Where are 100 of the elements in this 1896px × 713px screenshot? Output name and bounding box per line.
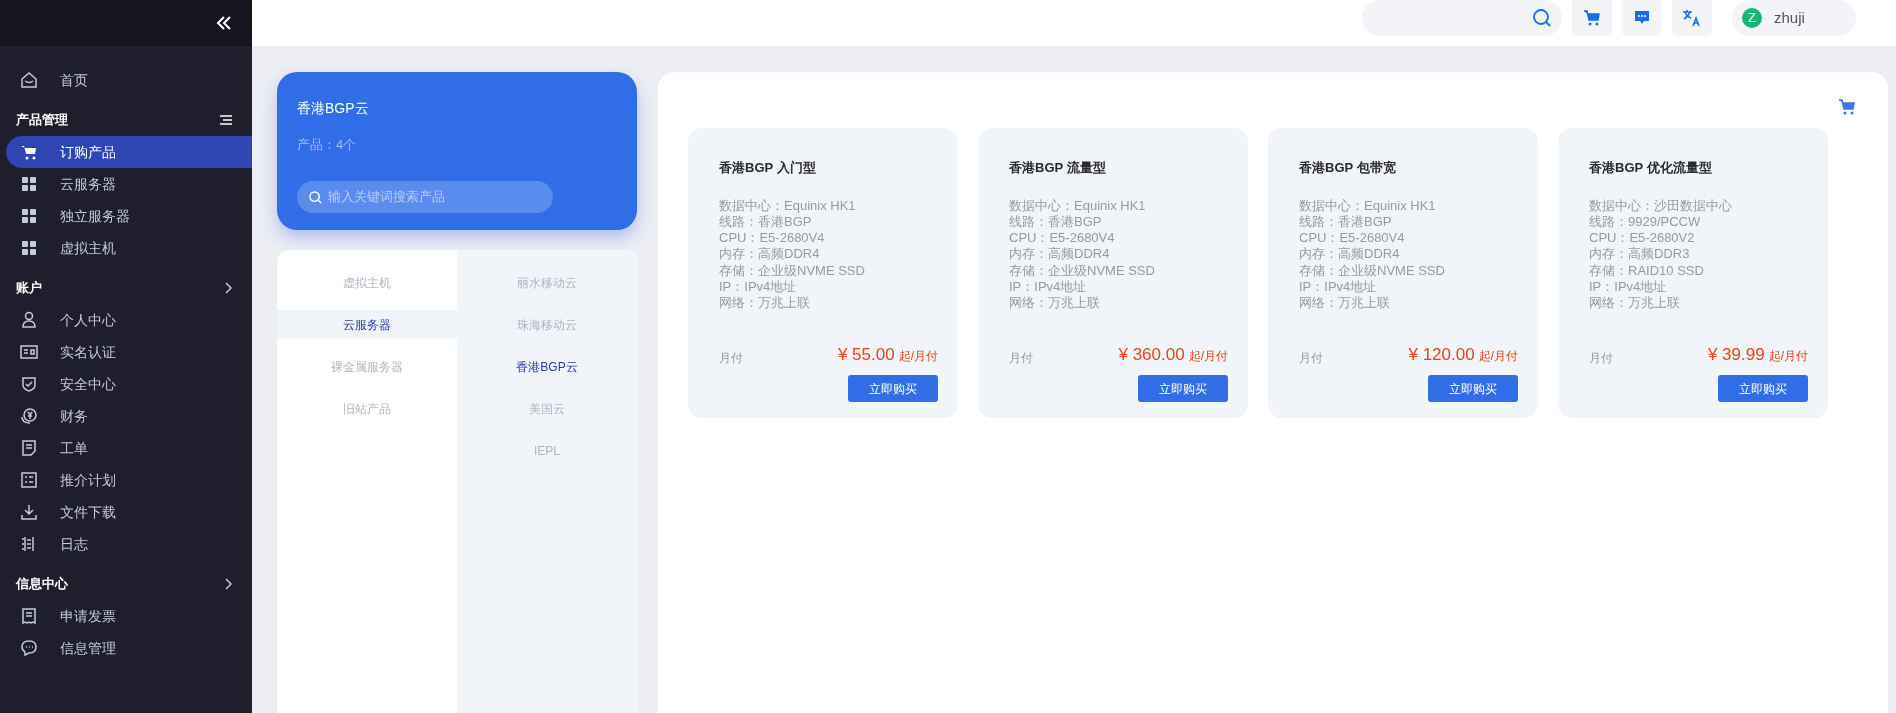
- spec-line: 内存：高频DDR4: [1009, 246, 1111, 263]
- sidebar-item[interactable]: 推介计划: [6, 464, 252, 496]
- sidebar-item[interactable]: 虚拟主机: [6, 232, 252, 264]
- grid-icon: [20, 175, 38, 193]
- product-title: 香港BGP 优化流量型: [1589, 159, 1713, 177]
- price-unit: 起/月付: [1768, 348, 1808, 363]
- spec-line: 网络：万兆上联: [1009, 295, 1101, 312]
- spec-line: 线路：9929/PCCW: [1589, 213, 1702, 231]
- spec-line: 存储：RAID10 SSD: [1589, 262, 1705, 279]
- buy-button[interactable]: 立即购买: [848, 375, 938, 403]
- cart-icon: [1583, 9, 1601, 27]
- grid-icon: [20, 239, 38, 257]
- sidebar-item[interactable]: 财务: [6, 400, 252, 432]
- spec-line: 数据中心：Equinix HK1: [1009, 197, 1147, 214]
- product-title: 香港BGP 流量型: [1009, 159, 1107, 177]
- spec-line: IP：IPv4地址: [719, 279, 798, 296]
- price: ¥ 39.99: [1707, 344, 1765, 364]
- spec-line: 线路：香港BGP: [1299, 213, 1393, 231]
- sidebar-item[interactable]: 云服务器: [6, 168, 252, 200]
- billing-cycle: 月付: [1009, 350, 1033, 368]
- coin-icon: [20, 407, 38, 425]
- cart-icon[interactable]: [1838, 98, 1856, 116]
- cart-icon: [20, 143, 38, 161]
- spec-line: IP：IPv4地址: [1009, 279, 1088, 296]
- spec-line: 存储：企业级NVME SSD: [1299, 262, 1446, 279]
- spec-line: CPU：E5-2680V4: [719, 230, 826, 247]
- sidebar-item[interactable]: 工单: [6, 432, 252, 464]
- price: ¥ 55.00: [837, 344, 895, 364]
- section-title: 账户: [16, 279, 42, 298]
- search-icon: [309, 190, 322, 204]
- menu-icon[interactable]: [220, 115, 232, 125]
- product-count: 产品：4个: [297, 136, 358, 154]
- grid-icon: [20, 207, 38, 225]
- spec-line: CPU：E5-2680V4: [1299, 230, 1406, 247]
- buy-button[interactable]: 立即购买: [1428, 375, 1518, 403]
- section-title: 产品管理: [16, 111, 68, 130]
- buy-button[interactable]: 立即购买: [1718, 375, 1808, 403]
- sidebar-item[interactable]: 独立服务器: [6, 200, 252, 232]
- collapse-icon[interactable]: [216, 15, 232, 31]
- billing-cycle: 月付: [719, 350, 743, 368]
- category-item[interactable]: 云服务器: [277, 310, 457, 339]
- shield-icon: [20, 375, 38, 393]
- sidebar-item[interactable]: 实名认证: [6, 336, 252, 368]
- price-unit: 起/月付: [1478, 348, 1518, 363]
- document-icon: [20, 439, 38, 457]
- group-title: 香港BGP云: [297, 99, 370, 118]
- spec-line: 存储：企业级NVME SSD: [719, 262, 866, 279]
- spec-line: 数据中心：沙田数据中心: [1589, 197, 1733, 214]
- cart-button[interactable]: [1572, 0, 1612, 36]
- user-avatar: Z: [1742, 8, 1762, 28]
- chevron-right-icon[interactable]: [224, 578, 232, 590]
- id-card-icon: [20, 343, 38, 361]
- product-title: 香港BGP 包带宽: [1299, 159, 1397, 177]
- sidebar-item[interactable]: 文件下载: [6, 496, 252, 528]
- buy-button[interactable]: 立即购买: [1138, 375, 1228, 403]
- category-item[interactable]: 香港BGP云: [457, 352, 637, 381]
- message-button[interactable]: [1622, 0, 1662, 36]
- receipt-icon: [20, 607, 38, 625]
- spec-line: 网络：万兆上联: [1299, 295, 1391, 312]
- spec-line: 网络：万兆上联: [719, 295, 811, 312]
- list-card-icon: [20, 471, 38, 489]
- billing-cycle: 月付: [1589, 350, 1613, 368]
- chat-bubble-icon: [20, 639, 38, 657]
- sidebar-item[interactable]: 安全中心: [6, 368, 252, 400]
- spec-line: IP：IPv4地址: [1589, 279, 1668, 296]
- spec-line: CPU：E5-2680V4: [1009, 230, 1116, 247]
- translate-icon: [1682, 9, 1702, 27]
- sidebar-item[interactable]: 订购产品: [6, 136, 252, 168]
- spec-line: 内存：高频DDR4: [1299, 246, 1401, 263]
- price: ¥ 120.00: [1408, 344, 1475, 364]
- section-title: 信息中心: [16, 575, 68, 594]
- download-icon: [20, 503, 38, 521]
- spec-line: 内存：高频DDR4: [719, 246, 821, 263]
- product-search-field[interactable]: 输入关键词搜索产品: [297, 180, 553, 213]
- price-unit: 起/月付: [898, 348, 938, 363]
- sidebar-item[interactable]: 申请发票: [6, 600, 252, 632]
- chevron-right-icon[interactable]: [224, 282, 232, 294]
- search-field[interactable]: [1362, 0, 1562, 36]
- spec-line: CPU：E5-2680V2: [1589, 230, 1696, 247]
- spec-line: 网络：万兆上联: [1589, 295, 1681, 312]
- spec-line: IP：IPv4地址: [1299, 279, 1378, 296]
- spec-line: 数据中心：Equinix HK1: [719, 197, 857, 214]
- price-unit: 起/月付: [1188, 348, 1228, 363]
- sidebar-item[interactable]: 首页: [6, 64, 252, 96]
- spec-line: 数据中心：Equinix HK1: [1299, 197, 1437, 214]
- spec-line: 存储：企业级NVME SSD: [1009, 262, 1156, 279]
- spec-line: 内存：高频DDR3: [1589, 246, 1691, 263]
- billing-cycle: 月付: [1299, 350, 1323, 368]
- product-title: 香港BGP 入门型: [719, 159, 817, 177]
- translate-button[interactable]: [1672, 0, 1712, 36]
- user-name: zhuji: [1774, 7, 1805, 28]
- user-menu[interactable]: Z zhuji: [1732, 0, 1856, 36]
- spec-line: 线路：香港BGP: [1009, 213, 1103, 231]
- home-icon: [20, 71, 38, 89]
- price: ¥ 360.00: [1118, 344, 1185, 364]
- sidebar-item[interactable]: 个人中心: [6, 304, 252, 336]
- sidebar-item[interactable]: 信息管理: [6, 632, 252, 664]
- search-icon[interactable]: [1532, 8, 1552, 28]
- spec-line: 线路：香港BGP: [719, 213, 813, 231]
- sidebar-item[interactable]: 日志: [6, 528, 252, 560]
